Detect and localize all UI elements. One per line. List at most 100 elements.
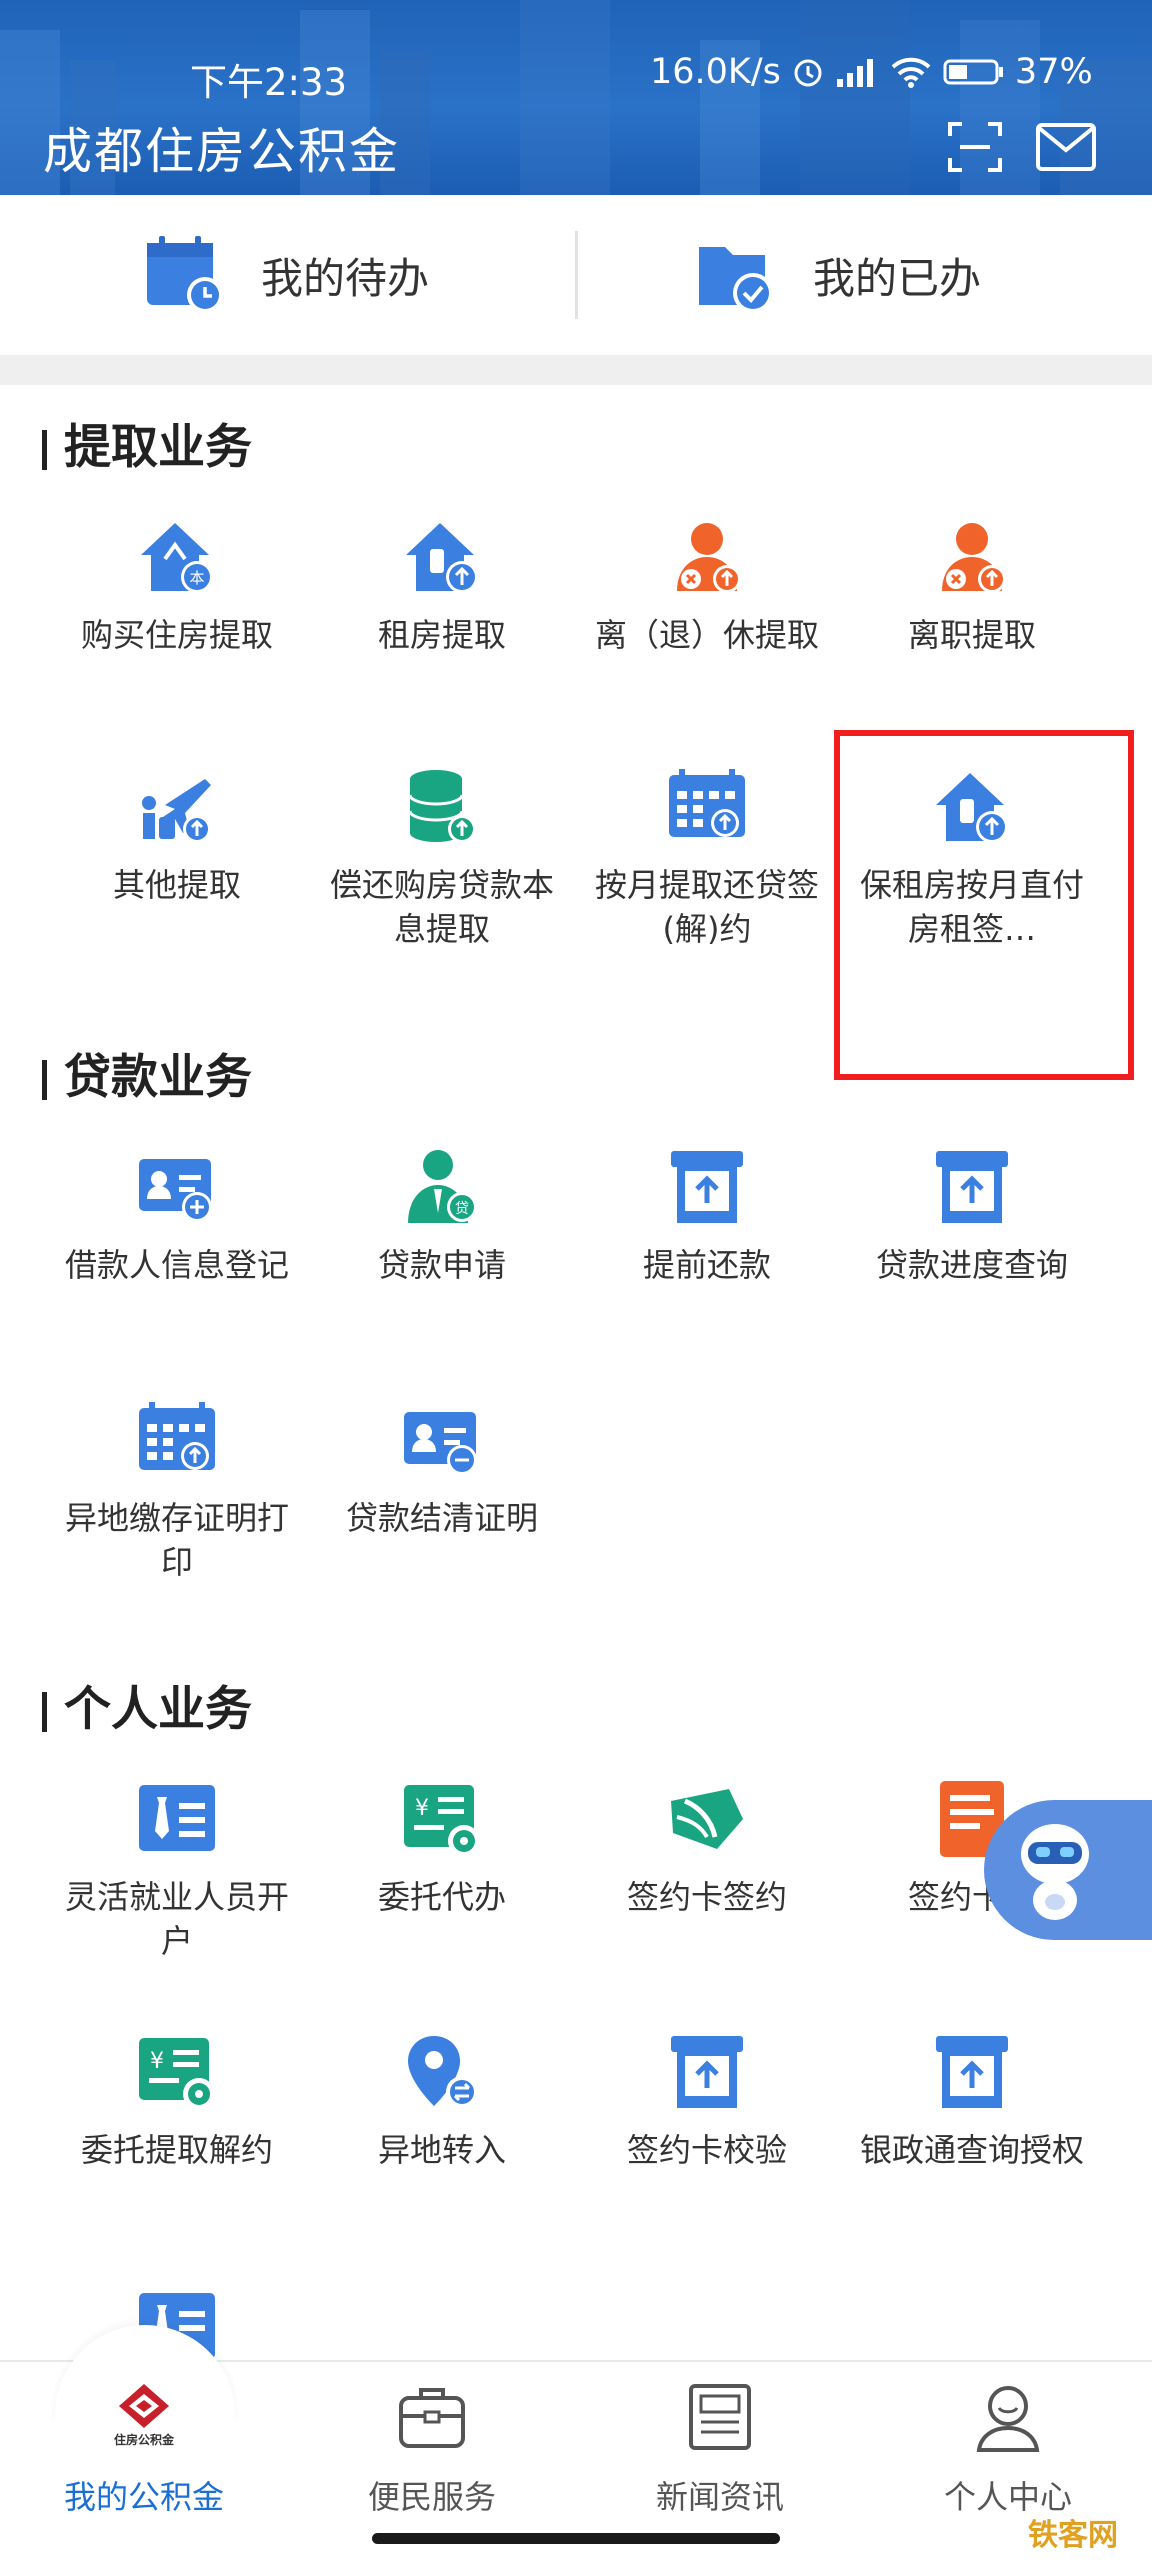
news-icon: [689, 2384, 751, 2450]
nav-profile[interactable]: 个人中心: [864, 2380, 1152, 2518]
assistant-robot-button[interactable]: [984, 1800, 1152, 1940]
svg-text:¥: ¥: [415, 1796, 429, 1821]
leaf-card-icon: [671, 1789, 743, 1849]
tile-label: 贷款进度查询: [875, 1246, 1068, 1284]
nav-label: 便民服务: [367, 2478, 496, 2516]
tile-label: 异地转入: [377, 2131, 506, 2169]
upload-box-icon: [671, 2036, 743, 2108]
tile-label: 提前还款: [642, 1246, 771, 1284]
section-title-withdraw: 提取业务: [42, 418, 252, 478]
tile-entrust-withdraw-cancel[interactable]: ¥ 委托提取解约: [57, 2030, 297, 2172]
housing-fund-logo-text: 住房公积金: [114, 2432, 175, 2447]
my-pending-button[interactable]: 我的待办: [143, 230, 429, 320]
my-done-button[interactable]: 我的已办: [695, 230, 981, 320]
tile-label: 租房提取: [377, 616, 506, 654]
wifi-icon: [891, 57, 931, 88]
tile-early-repay[interactable]: 提前还款: [587, 1145, 827, 1287]
coin-stack-icon: [408, 770, 476, 843]
tile-loan-settlement-proof[interactable]: 贷款结清证明: [322, 1398, 562, 1540]
tie-card-icon: [139, 1785, 215, 1851]
travel-icon: [142, 779, 211, 843]
home-indicator[interactable]: [372, 2533, 780, 2544]
tile-other-withdraw[interactable]: 其他提取: [57, 765, 297, 907]
tile-borrower-info[interactable]: 借款人信息登记: [57, 1145, 297, 1287]
tile-loan-apply[interactable]: 贷 贷款申请: [322, 1145, 562, 1287]
tile-card-sign[interactable]: 签约卡签约: [587, 1777, 827, 1919]
tile-label: 委托提取解约: [80, 2131, 273, 2169]
section-title-personal: 个人业务: [42, 1680, 252, 1740]
nav-news[interactable]: 新闻资讯: [576, 2380, 864, 2518]
tile-label: 银政通查询授权: [860, 2131, 1085, 2169]
scan-icon[interactable]: [946, 118, 1004, 176]
tile-label: 签约卡校验: [626, 2131, 787, 2169]
tile-label: 按月提取还贷签(解)约: [595, 866, 820, 948]
tile-label: 贷款申请: [377, 1246, 506, 1284]
yuan-gear-icon: ¥: [139, 2038, 215, 2110]
highlight-box: [834, 730, 1134, 1080]
app-title: 成都住房公积金: [43, 123, 401, 180]
network-speed: 16.0K/s: [650, 52, 781, 92]
tile-label: 离（退）休提取: [595, 616, 820, 654]
battery-percent: 37%: [1014, 52, 1093, 92]
calendar-icon: [139, 1402, 215, 1470]
tile-label: 灵活就业人员开户: [65, 1878, 290, 1960]
tile-remote-deposit-proof[interactable]: 异地缴存证明打印: [57, 1398, 297, 1584]
briefcase-icon: [399, 2388, 465, 2448]
house-rent-icon: [406, 523, 478, 593]
robot-icon: [1021, 1824, 1089, 1920]
retire-icon: [677, 523, 741, 593]
person-icon: [976, 2386, 1040, 2452]
calendar-icon: [669, 769, 745, 837]
tile-remote-transfer-in[interactable]: 异地转入: [322, 2030, 562, 2172]
calendar-clock-icon: [147, 236, 223, 313]
svg-text:贷: 贷: [455, 1201, 469, 1217]
mail-icon[interactable]: [1035, 120, 1097, 174]
id-card-plus-icon: [404, 1412, 477, 1475]
tile-purchase-withdraw[interactable]: 本 购买住房提取: [57, 515, 297, 657]
tile-loan-progress[interactable]: 贷款进度查询: [852, 1145, 1092, 1287]
my-pending-label: 我的待办: [261, 253, 430, 303]
location-transfer-icon: [408, 2036, 478, 2108]
tile-retire-withdraw[interactable]: 离（退）休提取: [587, 515, 827, 657]
housing-fund-logo-icon: 住房公积金: [114, 2384, 175, 2447]
nav-label: 新闻资讯: [655, 2478, 784, 2516]
nav-my-fund[interactable]: 住房公积金 我的公积金: [0, 2380, 288, 2518]
todo-divider: [575, 231, 578, 319]
tile-label: 借款人信息登记: [65, 1246, 290, 1284]
tile-label: 偿还购房贷款本息提取: [330, 866, 555, 948]
tile-bank-query-auth[interactable]: 银政通查询授权: [852, 2030, 1092, 2172]
tile-monthly-repay-sign[interactable]: 按月提取还贷签(解)约: [587, 765, 827, 951]
yuan-gear-icon: ¥: [404, 1785, 480, 1857]
svg-text:¥: ¥: [150, 2049, 164, 2074]
status-indicators: 16.0K/s 37%: [650, 52, 1093, 92]
tile-label: 签约卡签约: [626, 1878, 787, 1916]
watermark: 铁客网: [1028, 2518, 1118, 2553]
tile-entrust-agent[interactable]: ¥ 委托代办: [322, 1777, 562, 1919]
resign-icon: [942, 523, 1006, 593]
upload-box-icon: [936, 1151, 1008, 1223]
tile-card-verify[interactable]: 签约卡校验: [587, 2030, 827, 2172]
app-header: 下午2:33 16.0K/s 37% 成都住房公积金: [0, 0, 1152, 195]
tile-label: 委托代办: [377, 1878, 506, 1916]
tile-label: 购买住房提取: [80, 616, 273, 654]
tile-resign-withdraw[interactable]: 离职提取: [852, 515, 1092, 657]
svg-text:本: 本: [189, 569, 204, 587]
tile-rent-withdraw[interactable]: 租房提取: [322, 515, 562, 657]
battery-icon: [943, 59, 1003, 85]
status-time: 下午2:33: [190, 61, 348, 104]
nav-convenience[interactable]: 便民服务: [288, 2380, 576, 2518]
upload-box-icon: [936, 2036, 1008, 2108]
person-loan-icon: 贷: [408, 1150, 477, 1223]
signal-icon: [836, 59, 873, 87]
section-separator: [0, 355, 1152, 385]
house-purchase-icon: 本: [141, 523, 213, 593]
id-card-plus-icon: [139, 1159, 212, 1222]
tile-label: 其他提取: [112, 866, 241, 904]
tile-label: 贷款结清证明: [345, 1499, 538, 1537]
tile-label: 异地缴存证明打印: [65, 1499, 290, 1581]
tile-flexible-employment[interactable]: 灵活就业人员开户: [57, 1777, 297, 1963]
my-done-label: 我的已办: [813, 253, 982, 303]
upload-box-icon: [671, 1151, 743, 1223]
alarm-icon: [794, 59, 822, 87]
tile-repay-withdraw[interactable]: 偿还购房贷款本息提取: [322, 765, 562, 951]
